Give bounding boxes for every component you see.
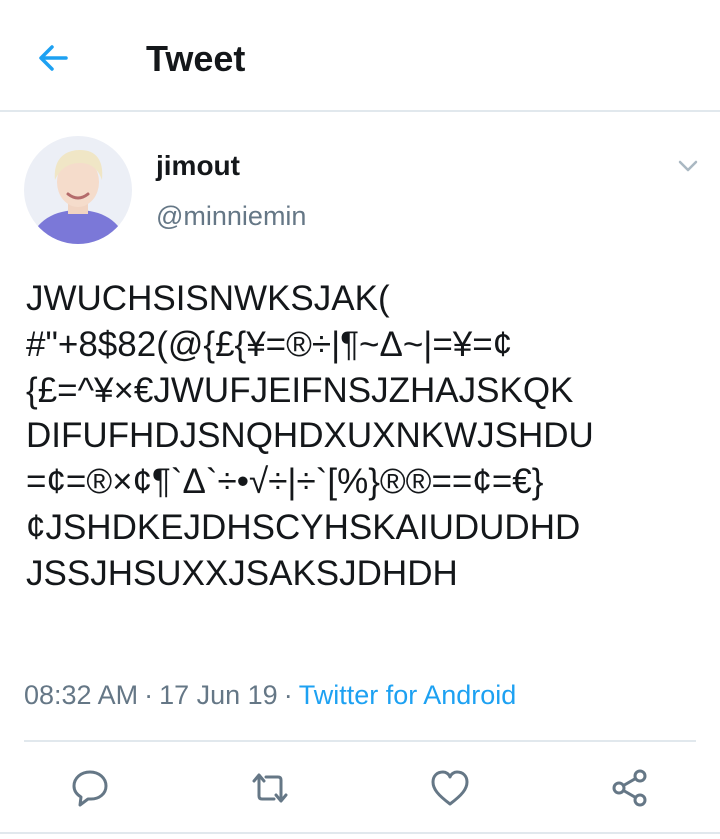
heart-icon: [431, 770, 469, 806]
meta-separator: ·: [283, 680, 293, 710]
share-icon: [612, 769, 647, 807]
profile-photo: [24, 136, 132, 244]
like-button[interactable]: [428, 766, 472, 810]
tweet-time: 08:32 AM: [24, 680, 139, 710]
tweet-text-line: =¢=®×¢¶`Δ`÷•√÷|÷`[%}®®==¢=€}: [26, 462, 544, 502]
back-button[interactable]: [30, 36, 78, 80]
tweet-text-line: {£=^¥×€JWUFJEIFNSJZHAJSKQK: [26, 370, 574, 410]
tweet-text-line: DIFUFHDJSNQHDXUXNKWJSHDU: [26, 416, 594, 456]
display-name[interactable]: jimout: [156, 150, 240, 182]
reply-icon: [72, 770, 108, 807]
tweet-meta: 08:32 AM · 17 Jun 19 · Twitter for Android: [24, 680, 516, 711]
tweet-text-line: ¢JSHDKEJDHSCYHSKAIUDUDHD: [26, 507, 581, 547]
avatar[interactable]: [24, 136, 132, 244]
top-app-bar: Tweet: [0, 0, 720, 112]
back-arrow-icon: [39, 45, 68, 71]
tweet-menu-button[interactable]: [672, 152, 704, 180]
meta-separator: ·: [144, 680, 154, 710]
divider: [0, 832, 720, 834]
tweet-source-link[interactable]: Twitter for Android: [299, 680, 517, 710]
tweet-text-line: JSSJHSUXXJSAKSJDHDH: [26, 553, 458, 593]
share-button[interactable]: [608, 766, 652, 810]
reply-button[interactable]: [68, 766, 112, 810]
tweet-text: JWUCHSISNWKSJAK( #"+8$82(@{£{¥=®÷|¶~Δ~|=…: [26, 276, 706, 597]
chevron-down-icon: [678, 160, 698, 172]
tweet-date: 17 Jun 19: [159, 680, 278, 710]
page-title: Tweet: [146, 38, 246, 79]
retweet-button[interactable]: [248, 766, 292, 810]
divider: [24, 740, 696, 742]
user-handle[interactable]: @minniemin: [156, 201, 306, 232]
retweet-icon: [252, 773, 288, 803]
tweet-text-line: JWUCHSISNWKSJAK(: [26, 279, 390, 318]
tweet-text-line: #"+8$82(@{£{¥=®÷|¶~Δ~|=¥=¢: [26, 324, 513, 364]
